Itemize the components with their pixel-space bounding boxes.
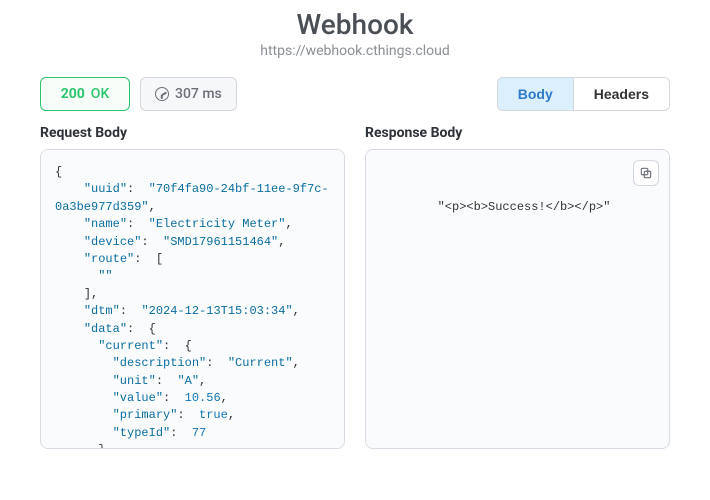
- status-code: 200: [61, 86, 85, 102]
- request-body-panel[interactable]: { "uuid": "70f4fa90-24bf-11ee-9f7c-0a3be…: [40, 149, 345, 449]
- webhook-url: https://webhook.cthings.cloud: [40, 43, 670, 59]
- status-group: 200 OK 307 ms: [40, 77, 237, 111]
- tab-body[interactable]: Body: [498, 78, 573, 110]
- response-body-panel[interactable]: "<p><b>Success!</b></p>": [365, 149, 670, 449]
- latency-badge: 307 ms: [140, 77, 237, 111]
- view-segmented-control: Body Headers: [497, 77, 670, 111]
- status-text: OK: [91, 86, 110, 102]
- copy-response-button[interactable]: [633, 160, 659, 186]
- latency-value: 307 ms: [175, 86, 222, 102]
- page-title: Webhook: [40, 8, 670, 41]
- copy-icon: [639, 166, 653, 180]
- response-body-heading: Response Body: [365, 125, 670, 141]
- tab-headers[interactable]: Headers: [573, 78, 669, 110]
- request-body-heading: Request Body: [40, 125, 345, 141]
- http-status-badge: 200 OK: [40, 77, 130, 111]
- response-body-text: "<p><b>Success!</b></p>": [438, 200, 611, 214]
- clock-icon: [155, 87, 169, 101]
